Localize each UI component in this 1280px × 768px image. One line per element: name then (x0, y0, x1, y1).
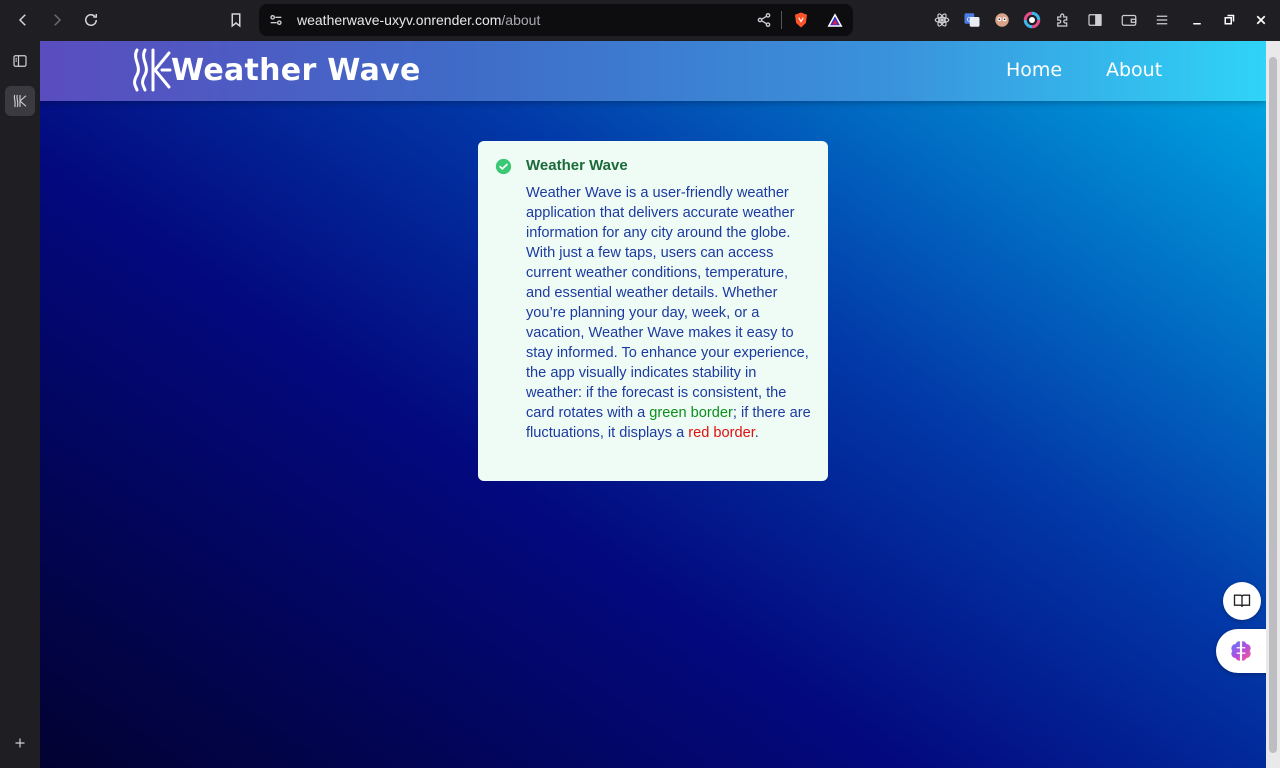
url-host: weatherwave-uxyv.onrender.com (297, 12, 502, 28)
sidebar-toggle-icon[interactable] (1084, 9, 1106, 31)
site-header: Weather Wave Home About (40, 41, 1266, 101)
wallet-icon[interactable] (1118, 9, 1140, 31)
weather-wave-logo-icon (133, 48, 172, 92)
card-title: Weather Wave (526, 157, 628, 174)
green-border-text: green border (649, 405, 733, 421)
description-text: Weather Wave is a user-friendly weather … (526, 185, 809, 421)
scrollbar-thumb[interactable] (1269, 57, 1277, 753)
extension-eyes-icon[interactable] (991, 9, 1013, 31)
url-text[interactable]: weatherwave-uxyv.onrender.com/about (297, 12, 540, 28)
extensions-icon[interactable] (1052, 9, 1074, 31)
minimize-icon[interactable] (1186, 9, 1208, 31)
page-scrollbar[interactable] (1266, 41, 1280, 768)
sidebar-panel-icon[interactable] (5, 46, 35, 76)
red-border-text: red border (688, 425, 755, 441)
nav-home-link[interactable]: Home (1006, 59, 1062, 81)
browser-toolbar: weatherwave-uxyv.onrender.com/about G (0, 0, 1280, 41)
url-path: /about (501, 12, 541, 28)
menu-icon[interactable] (1151, 9, 1173, 31)
brand-name: Weather Wave (171, 52, 421, 88)
forward-icon[interactable] (45, 8, 69, 32)
site-settings-icon[interactable] (267, 11, 285, 29)
share-icon[interactable] (755, 11, 773, 29)
brave-rewards-icon[interactable] (824, 9, 846, 31)
brand-logo[interactable]: Weather Wave (128, 47, 421, 93)
reader-mode-button[interactable] (1223, 582, 1261, 620)
color-picker-icon[interactable] (1021, 9, 1043, 31)
maximize-icon[interactable] (1218, 9, 1240, 31)
translate-icon[interactable]: G (961, 9, 983, 31)
brave-shield-icon[interactable] (790, 9, 812, 31)
close-icon[interactable] (1250, 9, 1272, 31)
check-circle-icon (495, 158, 512, 175)
nav-about-link[interactable]: About (1106, 59, 1162, 81)
react-devtools-icon[interactable] (931, 9, 953, 31)
reload-icon[interactable] (79, 8, 103, 32)
bookmark-icon[interactable] (224, 8, 248, 32)
book-icon (1233, 594, 1251, 607)
description-text-end: . (754, 425, 759, 441)
weather-wave-tab-icon[interactable] (5, 86, 35, 116)
url-bar[interactable]: weatherwave-uxyv.onrender.com/about (259, 4, 853, 36)
ai-assistant-button[interactable] (1216, 629, 1266, 673)
browser-sidebar (0, 41, 40, 768)
page-viewport: Weather Wave Home About Weather Wave Wea… (40, 41, 1266, 768)
brain-icon (1231, 641, 1251, 661)
about-card: Weather Wave Weather Wave is a user-frie… (478, 141, 828, 481)
add-icon[interactable] (5, 728, 35, 758)
back-icon[interactable] (11, 8, 35, 32)
svg-text:G: G (967, 17, 972, 24)
url-separator (781, 11, 782, 29)
card-description: Weather Wave is a user-friendly weather … (526, 183, 816, 443)
